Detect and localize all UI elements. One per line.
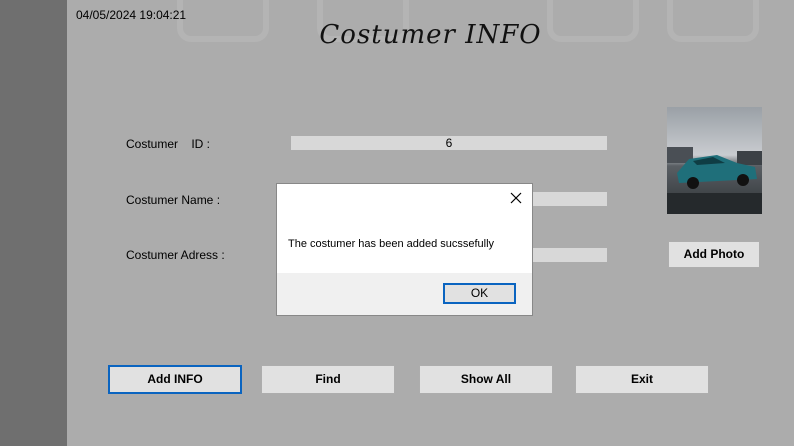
add-info-button[interactable]: Add INFO [108,365,242,394]
car-photo-icon [667,107,762,214]
customer-address-label: Costumer Adress : [126,248,225,262]
message-dialog: The costumer has been added sucssefully … [276,183,533,316]
customer-id-label: Costumer ID : [126,137,211,151]
dialog-message: The costumer has been added sucssefully [288,238,495,250]
page-title: Costumer INFO [319,20,542,50]
find-button[interactable]: Find [261,365,395,394]
customer-name-label: Costumer Name : [126,193,221,207]
exit-button[interactable]: Exit [575,365,709,394]
ok-button[interactable]: OK [443,283,516,304]
dialog-footer: OK [277,273,532,315]
left-panel [0,0,67,446]
close-icon[interactable] [508,190,524,206]
show-all-button[interactable]: Show All [419,365,553,394]
customer-photo [667,107,762,214]
customer-id-field[interactable]: 6 [291,136,607,150]
add-photo-button[interactable]: Add Photo [668,241,760,268]
